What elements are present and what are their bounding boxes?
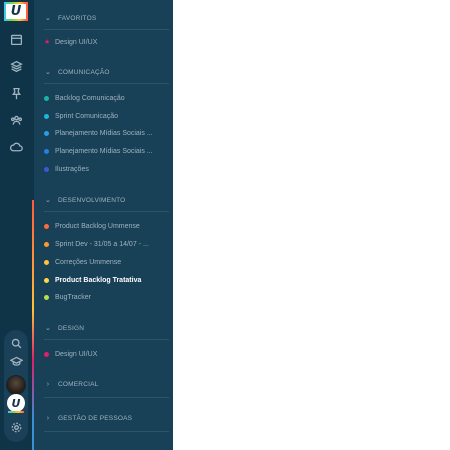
chevron-down-icon: ⌄ <box>44 325 52 332</box>
section-header-gestao-de-pessoas[interactable]: › GESTÃO DE PESSOAS <box>44 411 169 425</box>
main-content <box>173 0 450 450</box>
projects-sidebar: ⌄ FAVORITOS ★ Design UI/UX ⌄ COMUNICAÇÃO… <box>34 0 173 450</box>
layers-icon[interactable] <box>8 58 24 74</box>
item-label: Design UI/UX <box>55 38 98 46</box>
divider <box>44 83 169 84</box>
color-dot <box>44 95 49 101</box>
list-item[interactable]: Sprint Comunicação <box>44 109 169 123</box>
item-label: Product Backlog Ummense <box>55 222 140 230</box>
pin-icon[interactable] <box>8 85 24 101</box>
color-dot <box>44 148 49 154</box>
list-item-active[interactable]: Product Backlog Tratativa <box>44 273 169 287</box>
item-label: Sprint Comunicação <box>55 112 119 120</box>
item-label: Design UI/UX <box>55 350 98 358</box>
list-item[interactable]: Backlog Comunicação <box>44 91 169 105</box>
list-item[interactable]: ★ Design UI/UX <box>44 35 169 49</box>
section-header-comunicacao[interactable]: ⌄ COMUNICAÇÃO <box>44 65 169 79</box>
section-title: FAVORITOS <box>58 14 97 22</box>
section-header-desenvolvimento[interactable]: ⌄ DESENVOLVIMENTO <box>44 193 169 207</box>
section-header-design[interactable]: ⌄ DESIGN <box>44 321 169 335</box>
chevron-right-icon: › <box>46 380 50 388</box>
chevron-down-icon: ⌄ <box>44 197 52 204</box>
list-item[interactable]: Product Backlog Ummense <box>44 219 169 233</box>
list-item[interactable]: Design UI/UX <box>44 347 169 361</box>
color-dot <box>44 223 49 229</box>
section-header-favoritos[interactable]: ⌄ FAVORITOS <box>44 11 169 25</box>
list-item[interactable]: Planejamento Mídias Sociais ... <box>44 144 169 158</box>
list-item[interactable]: Planejamento Mídias Sociais ... <box>44 126 169 140</box>
section-title: COMERCIAL <box>58 380 99 388</box>
section-title: DESIGN <box>58 324 85 332</box>
item-label: Product Backlog Tratativa <box>55 276 142 284</box>
color-dot <box>44 166 49 172</box>
workspace-logo-letter: U <box>11 396 21 410</box>
item-label: Backlog Comunicação <box>55 94 125 102</box>
list-item[interactable]: Sprint Dev - 31/05 a 14/07 - ... <box>44 237 169 251</box>
chevron-right-icon: › <box>46 414 50 422</box>
list-item[interactable]: Correções Ummense <box>44 255 169 269</box>
logo-letter: U <box>10 4 22 19</box>
color-dot <box>44 294 49 300</box>
divider <box>44 211 169 212</box>
calendar-icon[interactable] <box>8 31 24 47</box>
section-title: GESTÃO DE PESSOAS <box>58 414 133 422</box>
app-window: U U ⌄ FAVORITOS ★ Design UI/UX ⌄ COMUNIC… <box>0 0 450 450</box>
item-label: Planejamento Mídias Sociais ... <box>55 129 153 137</box>
color-dot <box>44 113 49 119</box>
workspace-logo-underline <box>8 411 24 413</box>
avatar[interactable] <box>6 375 26 395</box>
divider <box>44 29 169 30</box>
color-dot <box>44 241 49 247</box>
graduation-cap-icon[interactable] <box>8 353 24 369</box>
color-dot <box>44 130 49 136</box>
section-title: DESENVOLVIMENTO <box>58 196 126 204</box>
search-icon[interactable] <box>8 335 24 351</box>
color-dot <box>44 351 49 357</box>
item-label: Sprint Dev - 31/05 a 14/07 - ... <box>55 240 149 248</box>
chevron-down-icon: ⌄ <box>44 15 52 22</box>
color-dot <box>44 259 49 265</box>
cloud-icon[interactable] <box>8 139 24 155</box>
icon-rail: U U <box>0 0 32 450</box>
star-icon: ★ <box>44 38 51 46</box>
section-title: COMUNICAÇÃO <box>58 68 110 76</box>
gear-icon[interactable] <box>8 419 24 435</box>
app-logo[interactable]: U <box>4 2 28 21</box>
divider <box>44 339 169 340</box>
divider <box>44 431 169 432</box>
item-label: BugTracker <box>55 293 91 301</box>
workspace-logo[interactable]: U <box>7 394 25 412</box>
divider <box>44 397 169 398</box>
list-item[interactable]: Ilustrações <box>44 162 169 176</box>
section-header-comercial[interactable]: › COMERCIAL <box>44 377 169 391</box>
chevron-down-icon: ⌄ <box>44 69 52 76</box>
color-dot <box>44 277 49 283</box>
item-label: Ilustrações <box>55 165 89 173</box>
item-label: Correções Ummense <box>55 258 122 266</box>
item-label: Planejamento Mídias Sociais ... <box>55 147 153 155</box>
team-icon[interactable] <box>8 112 24 128</box>
list-item[interactable]: BugTracker <box>44 290 169 304</box>
